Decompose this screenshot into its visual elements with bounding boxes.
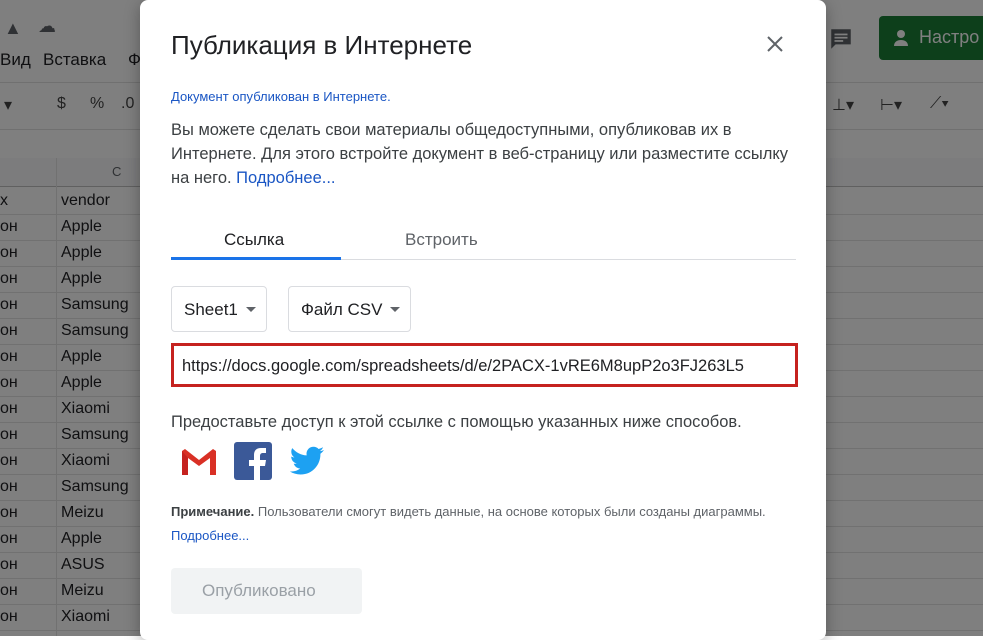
- publish-dialog: Публикация в Интернете Документ опублико…: [140, 0, 826, 640]
- tab-embed[interactable]: Встроить: [405, 230, 478, 250]
- facebook-icon[interactable]: [233, 441, 273, 481]
- gmail-icon[interactable]: [179, 441, 219, 481]
- published-button[interactable]: Опубликовано: [171, 568, 362, 614]
- twitter-icon[interactable]: [287, 441, 327, 481]
- active-tab-indicator: [171, 257, 341, 260]
- learn-more-link[interactable]: Подробнее...: [236, 169, 335, 187]
- publish-url-field[interactable]: https://docs.google.com/spreadsheets/d/e…: [171, 343, 798, 387]
- format-select[interactable]: Файл CSV: [288, 286, 411, 332]
- sheet-select[interactable]: Sheet1: [171, 286, 267, 332]
- dialog-title: Публикация в Интернете: [171, 30, 473, 60]
- share-prompt: Предоставьте доступ к этой ссылке с помо…: [171, 413, 742, 431]
- close-icon[interactable]: [763, 32, 787, 56]
- chevron-down-icon: [390, 307, 400, 312]
- dialog-description: Вы можете сделать свои материалы общедос…: [171, 121, 788, 187]
- chevron-down-icon: [246, 307, 256, 312]
- publish-note: Примечание. Пользователи смогут видеть д…: [171, 504, 766, 543]
- publish-status: Документ опубликован в Интернете.: [171, 89, 391, 104]
- tab-link[interactable]: Ссылка: [224, 230, 284, 250]
- note-learn-more-link[interactable]: Подробнее...: [171, 528, 249, 543]
